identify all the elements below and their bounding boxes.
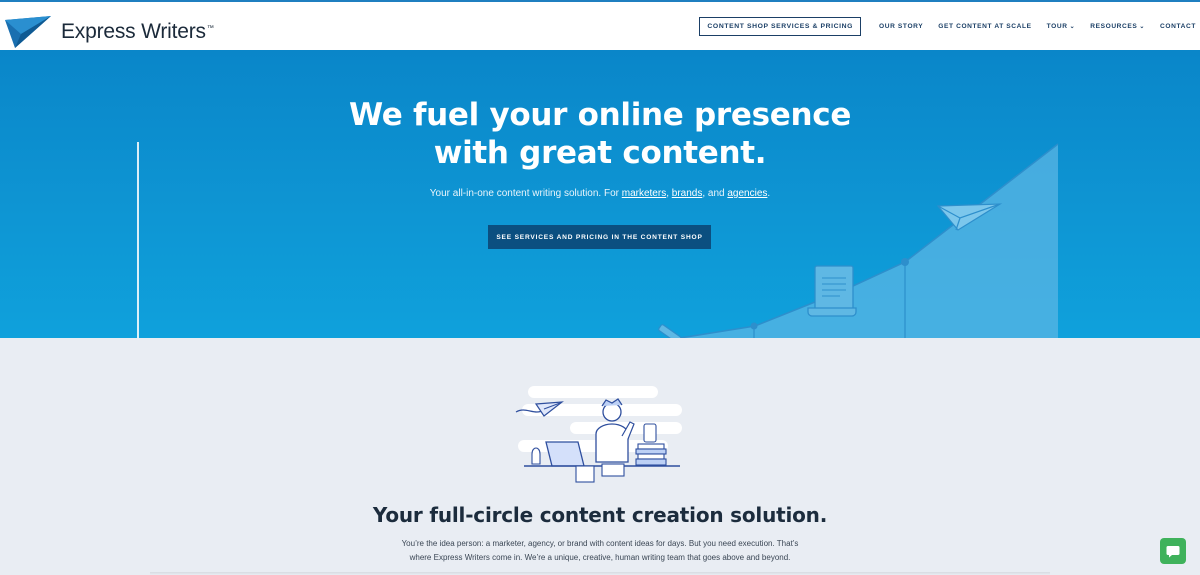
brand-logo[interactable]: Express Writers™ xyxy=(5,16,214,48)
chevron-down-icon: ⌄ xyxy=(1069,23,1076,30)
nav-item-get-content-at-scale[interactable]: GET CONTENT AT SCALE xyxy=(938,23,1031,30)
chevron-down-icon: ⌄ xyxy=(1139,23,1146,30)
paper-plane-logo-icon xyxy=(5,16,51,48)
brands-link[interactable]: brands xyxy=(672,188,703,199)
hero-section: We fuel your online presence with great … xyxy=(0,50,1200,338)
hero-subtitle: Your all-in-one content writing solution… xyxy=(429,188,771,199)
content-shop-cta-button[interactable]: SEE SERVICES AND PRICING IN THE CONTENT … xyxy=(488,225,711,249)
writer-at-desk-illustration xyxy=(515,386,682,483)
section-body-text: You’re the idea person: a marketer, agen… xyxy=(401,539,799,562)
hero-title: We fuel your online presence with great … xyxy=(348,97,852,171)
section-title: Your full-circle content creation soluti… xyxy=(372,503,828,527)
nav-item-tour[interactable]: TOUR ⌄ xyxy=(1047,23,1076,30)
document-scroll-icon xyxy=(807,265,857,317)
site-header: Express Writers™ CONTENT SHOP SERVICES &… xyxy=(0,0,1200,50)
nav-item-our-story[interactable]: OUR STORY xyxy=(879,23,923,30)
nav-item-resources[interactable]: RESOURCES ⌄ xyxy=(1090,23,1145,30)
marketers-link[interactable]: marketers xyxy=(622,188,666,199)
nav-item-contact[interactable]: CONTACT xyxy=(1160,23,1196,30)
chat-button[interactable] xyxy=(1160,538,1186,564)
agencies-link[interactable]: agencies xyxy=(727,188,767,199)
pencil-icon xyxy=(658,324,682,338)
brand-name: Express Writers™ xyxy=(61,20,214,43)
main-nav: CONTENT SHOP SERVICES & PRICING OUR STOR… xyxy=(699,2,1200,50)
chat-bubble-icon xyxy=(1166,545,1180,557)
content-shop-button[interactable]: CONTENT SHOP SERVICES & PRICING xyxy=(699,16,862,36)
